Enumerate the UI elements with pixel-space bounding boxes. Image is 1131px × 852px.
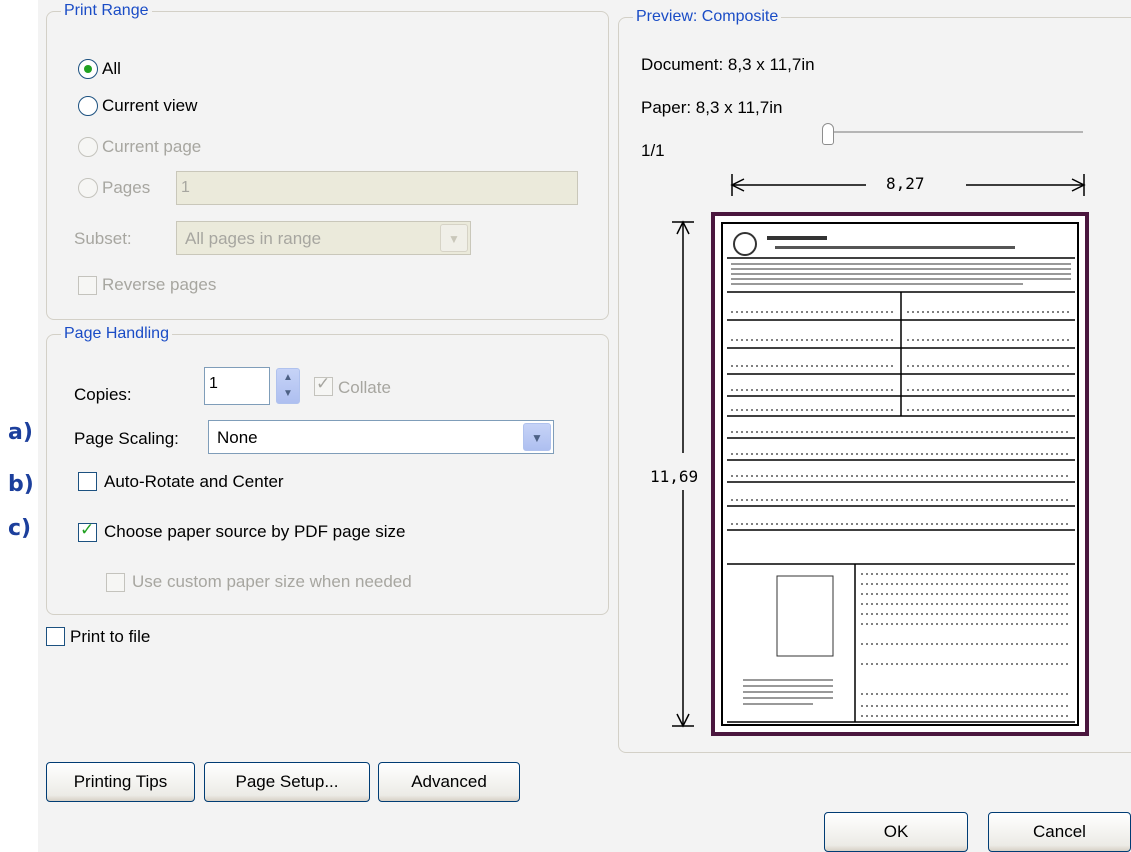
copies-stepper[interactable]: ▲ ▼ [276, 368, 300, 404]
radio-current-view[interactable] [78, 96, 98, 116]
radio-all-label[interactable]: All [102, 59, 121, 79]
custom-paper-label[interactable]: Use custom paper size when needed [132, 572, 412, 592]
print-to-file-label[interactable]: Print to file [70, 627, 150, 647]
choose-paper-source-checkbox[interactable]: ✓ [78, 520, 97, 542]
pages-input[interactable]: 1 [176, 171, 578, 205]
document-content [727, 232, 1075, 723]
spin-down-icon: ▼ [283, 388, 293, 399]
collate-checkbox[interactable]: ✓ [314, 374, 333, 396]
radio-current-page[interactable] [78, 137, 98, 157]
annotation-b: b) [8, 472, 34, 497]
subset-select-value: All pages in range [185, 229, 322, 248]
print-to-file-checkbox[interactable] [46, 627, 65, 646]
reverse-pages-checkbox[interactable] [78, 276, 97, 295]
auto-rotate-checkbox[interactable] [78, 472, 97, 491]
chevron-down-icon: ▼ [523, 423, 551, 451]
page-handling-legend: Page Handling [64, 325, 169, 342]
annotation-a: a) [8, 420, 33, 445]
printing-tips-button[interactable]: Printing Tips [46, 762, 195, 802]
page-slider-track[interactable] [828, 131, 1083, 133]
height-dimension-label: 11,69 [650, 467, 699, 486]
copies-input[interactable]: 1 [204, 367, 270, 405]
paper-size: Paper: 8,3 x 11,7in [641, 98, 783, 117]
preview-legend: Preview: Composite [636, 8, 779, 25]
spin-up-icon: ▲ [283, 372, 293, 383]
print-dialog: Print Range All Current view Current pag… [38, 0, 1131, 852]
check-mark-icon: ✓ [316, 374, 331, 393]
annotation-c: c) [8, 516, 32, 541]
subset-select[interactable]: All pages in range ▼ [176, 221, 471, 255]
copies-label: Copies: [74, 385, 132, 404]
radio-current-view-label[interactable]: Current view [102, 96, 197, 116]
reverse-pages-label[interactable]: Reverse pages [102, 275, 216, 295]
document-page [721, 222, 1079, 726]
auto-rotate-label[interactable]: Auto-Rotate and Center [104, 472, 284, 492]
radio-selected-dot [84, 65, 92, 73]
page-setup-button[interactable]: Page Setup... [204, 762, 370, 802]
page-scaling-select[interactable]: None ▼ [208, 420, 554, 454]
choose-paper-source-label[interactable]: Choose paper source by PDF page size [104, 522, 405, 542]
subset-label: Subset: [74, 229, 132, 248]
chevron-down-icon: ▼ [440, 224, 468, 252]
print-range-legend: Print Range [64, 2, 149, 19]
cancel-button[interactable]: Cancel [988, 812, 1131, 852]
print-range-group: Print Range [46, 2, 609, 320]
radio-pages-label[interactable]: Pages [102, 178, 150, 198]
radio-pages[interactable] [78, 178, 98, 198]
width-dimension-label: 8,27 [886, 174, 925, 193]
check-mark-icon: ✓ [80, 520, 95, 539]
radio-all[interactable] [78, 59, 98, 79]
page-slider-handle[interactable] [822, 123, 834, 145]
document-preview [711, 212, 1089, 736]
radio-current-page-label[interactable]: Current page [102, 137, 201, 157]
advanced-button[interactable]: Advanced [378, 762, 520, 802]
custom-paper-checkbox[interactable] [106, 573, 125, 592]
collate-label[interactable]: Collate [338, 378, 391, 398]
page-scaling-value: None [217, 428, 258, 447]
ok-button[interactable]: OK [824, 812, 968, 852]
document-size: Document: 8,3 x 11,7in [641, 55, 815, 74]
page-scaling-label: Page Scaling: [74, 429, 179, 448]
page-counter: 1/1 [641, 141, 665, 160]
